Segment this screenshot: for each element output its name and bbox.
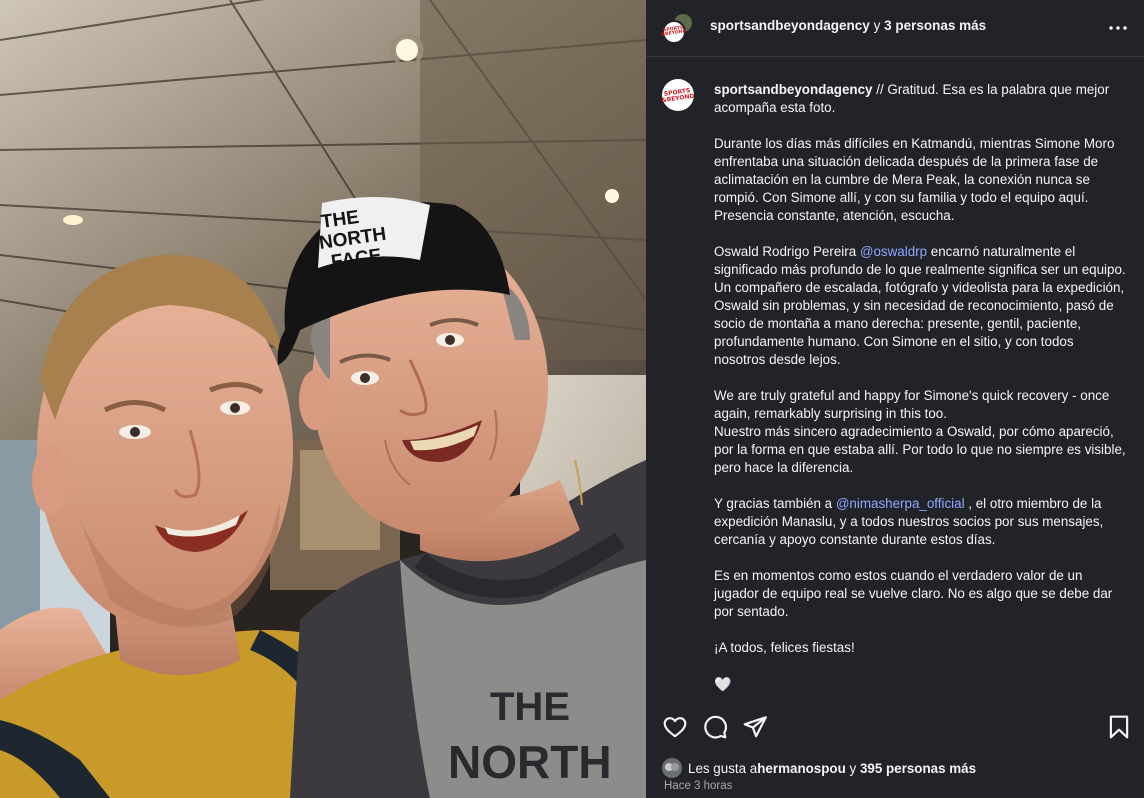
likes-summary[interactable]: Les gusta a hermanospou y 395 personas m… bbox=[662, 758, 976, 778]
caption-paragraph-5: Es en momentos como estos cuando el verd… bbox=[714, 568, 1113, 619]
caption-p3-line2: Nuestro más sincero agradecimiento a Osw… bbox=[714, 424, 1126, 475]
brand-logo: SPORTS &BEYOND bbox=[661, 25, 688, 38]
mention-nimasherpa[interactable]: @nimasherpa_official bbox=[836, 496, 965, 511]
caption-brand-logo: SPORTS &BEYOND bbox=[661, 87, 695, 104]
liker-avatar[interactable] bbox=[662, 758, 682, 778]
heart-icon bbox=[663, 717, 687, 738]
likes-prefix: Les gusta a bbox=[688, 760, 758, 776]
caption-paragraph-2: Oswald Rodrigo Pereira @oswaldrp encarnó… bbox=[714, 243, 1128, 369]
send-icon bbox=[743, 716, 767, 738]
caption-p2-text-b: encarnó naturalmente el significado más … bbox=[714, 244, 1126, 367]
header-username-link[interactable]: sportsandbeyondagency bbox=[710, 18, 870, 33]
caption-paragraph-6: ¡A todos, felices fiestas! bbox=[714, 640, 855, 655]
post-caption: sportsandbeyondagency // Gratitud. Esa e… bbox=[714, 81, 1128, 697]
bookmark-icon bbox=[1109, 715, 1129, 739]
like-button[interactable] bbox=[662, 714, 688, 740]
post-photo[interactable]: THE NORTH THE NORTH FACE bbox=[0, 0, 646, 798]
caption-paragraph-3: We are truly grateful and happy for Simo… bbox=[714, 387, 1128, 477]
collab-avatars[interactable]: SPORTS &BEYOND bbox=[661, 12, 694, 44]
liker-avatar-image bbox=[665, 763, 679, 771]
caption-p2-text-a: Oswald Rodrigo Pereira bbox=[714, 244, 860, 259]
likes-count-link[interactable]: 395 personas más bbox=[860, 761, 976, 776]
caption-username-link[interactable]: sportsandbeyondagency bbox=[714, 82, 873, 97]
header-others-link[interactable]: 3 personas más bbox=[884, 18, 986, 33]
post-actions-bar bbox=[646, 706, 1144, 750]
caption-author-avatar[interactable]: SPORTS &BEYOND bbox=[661, 79, 695, 111]
instagram-post-modal: THE NORTH THE NORTH FACE SPORTS &BEYOND … bbox=[0, 0, 1144, 798]
caption-scroll-area[interactable]: SPORTS &BEYOND sportsandbeyondagency // … bbox=[646, 57, 1144, 697]
caption-p4-text-a: Y gracias también a bbox=[714, 496, 836, 511]
comment-icon bbox=[704, 715, 727, 739]
more-options-button[interactable] bbox=[1106, 16, 1130, 40]
mention-oswaldrp[interactable]: @oswaldrp bbox=[860, 244, 927, 259]
shirt-logo-line1: THE bbox=[490, 685, 570, 729]
caption-p3-line1: We are truly grateful and happy for Simo… bbox=[714, 388, 1110, 421]
post-author-line: sportsandbeyondagency y 3 personas más bbox=[710, 18, 986, 33]
more-horizontal-icon bbox=[1109, 26, 1127, 30]
author-avatar[interactable]: SPORTS &BEYOND bbox=[661, 20, 688, 44]
white-heart-emoji: 🤍 bbox=[714, 676, 732, 692]
caption-paragraph-4: Y gracias también a @nimasherpa_official… bbox=[714, 495, 1128, 549]
logo-line2: &BEYOND bbox=[661, 29, 688, 38]
save-button[interactable] bbox=[1106, 714, 1132, 740]
likes-user-link[interactable]: hermanospou bbox=[757, 761, 846, 776]
post-header: SPORTS &BEYOND sportsandbeyondagency y 3… bbox=[646, 0, 1144, 57]
post-timestamp[interactable]: Hace 3 horas bbox=[664, 780, 732, 792]
caption-paragraph-1: Durante los días más difíciles en Katman… bbox=[714, 136, 1115, 223]
likes-connector: y bbox=[845, 760, 860, 776]
comment-button[interactable] bbox=[702, 714, 728, 740]
share-button[interactable] bbox=[742, 714, 768, 740]
shirt-logo-line2: NORTH bbox=[448, 736, 612, 788]
caption-emoji-line: 🤍 bbox=[714, 675, 1128, 694]
caption-intro: sportsandbeyondagency // Gratitud. Esa e… bbox=[714, 81, 1128, 117]
header-connector: y bbox=[873, 18, 881, 33]
post-side-panel: SPORTS &BEYOND sportsandbeyondagency y 3… bbox=[646, 0, 1144, 798]
